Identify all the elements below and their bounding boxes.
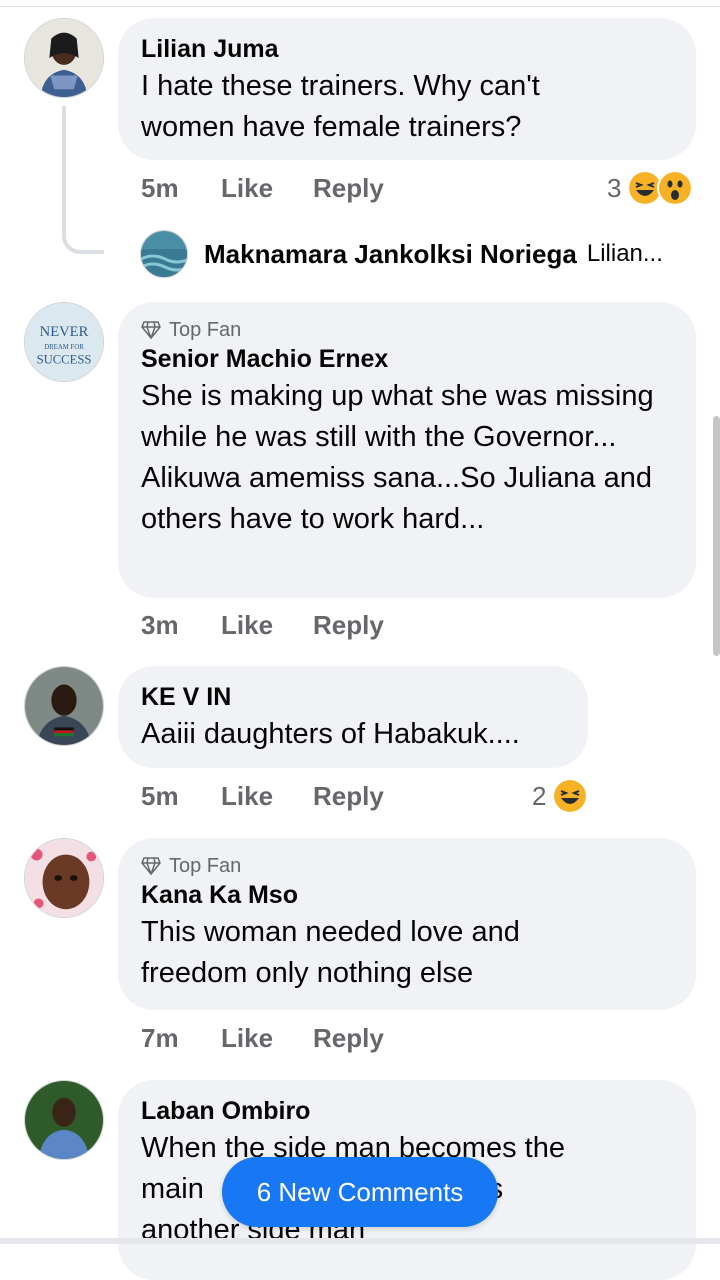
avatar-text-1: NEVER	[40, 324, 89, 340]
comment-text: Aaiii daughters of Habakuk....	[141, 718, 520, 750]
comment-actions: 5m Like Reply	[141, 780, 401, 812]
new-comments-button[interactable]: 6 New Comments	[222, 1157, 498, 1227]
comment-time: 3m	[141, 610, 179, 640]
avatar-text-2: DREAM FOR	[44, 344, 84, 351]
diamond-icon	[141, 857, 161, 875]
comment-bubble: KE V IN Aaiii daughters of Habakuk....	[118, 666, 588, 768]
bottom-divider	[0, 1238, 720, 1244]
avatar-maknamara	[140, 230, 188, 278]
reactions-summary[interactable]: 3	[607, 170, 694, 206]
reply-button[interactable]: Reply	[313, 1022, 384, 1054]
comment-author[interactable]: KE V IN	[141, 682, 564, 712]
comment-time: 5m	[141, 173, 179, 203]
reply-thread-line	[62, 106, 104, 254]
diamond-icon	[141, 321, 161, 339]
comment-author[interactable]: Lilian Juma	[141, 34, 672, 64]
comment-fragment: main	[141, 1173, 212, 1205]
avatar-laban-ombiro[interactable]	[24, 1080, 104, 1160]
top-fan-badge: Top Fan	[141, 318, 672, 342]
reply-preview-text: Lilian...	[586, 240, 663, 267]
reply-button[interactable]: Reply	[313, 609, 384, 641]
scrollbar[interactable]	[713, 416, 720, 656]
comment-time: 5m	[141, 781, 179, 811]
avatar-senior-machio[interactable]: NEVER DREAM FOR SUCCESS	[24, 302, 104, 382]
badge-label: Top Fan	[169, 319, 242, 341]
avatar-text-3: SUCCESS	[37, 352, 92, 366]
comment-author[interactable]: Laban Ombiro	[141, 1096, 672, 1126]
reaction-count: 2	[532, 780, 547, 811]
reaction-count: 3	[607, 172, 622, 203]
laughing-emoji-icon	[552, 778, 589, 814]
avatar-lilian-juma[interactable]	[24, 18, 104, 98]
comment-bubble: Top Fan Kana Ka Mso This woman needed lo…	[118, 838, 696, 1010]
comment-actions: 3m Like Reply	[141, 609, 401, 641]
comment-text: This woman needed love and freedom only …	[141, 916, 520, 989]
reply-preview[interactable]: Maknamara Jankolksi Noriega Lilian...	[140, 230, 663, 278]
avatar-kana-ka-mso[interactable]	[24, 838, 104, 918]
wow-emoji-icon	[657, 170, 694, 206]
reply-author: Maknamara Jankolksi Noriega	[204, 238, 577, 269]
comment-author[interactable]: Senior Machio Ernex	[141, 344, 672, 374]
like-button[interactable]: Like	[221, 172, 273, 204]
top-divider	[0, 6, 720, 7]
comment-bubble: Lilian Juma I hate these trainers. Why c…	[118, 18, 696, 160]
reply-button[interactable]: Reply	[313, 780, 384, 812]
comment-author[interactable]: Kana Ka Mso	[141, 880, 672, 910]
top-fan-badge: Top Fan	[141, 854, 672, 878]
reactions-summary[interactable]: 2	[532, 778, 589, 814]
badge-label: Top Fan	[169, 855, 242, 877]
like-button[interactable]: Like	[221, 609, 273, 641]
reply-button[interactable]: Reply	[313, 172, 384, 204]
comment-bubble: Top Fan Senior Machio Ernex She is makin…	[118, 302, 696, 598]
comment-actions: 5m Like Reply	[141, 172, 401, 204]
avatar-kevin[interactable]	[24, 666, 104, 746]
comment-text: I hate these trainers. Why can't women h…	[141, 70, 540, 143]
comment-actions: 7m Like Reply	[141, 1022, 401, 1054]
like-button[interactable]: Like	[221, 780, 273, 812]
comment-text: She is making up what she was missing wh…	[141, 380, 654, 535]
like-button[interactable]: Like	[221, 1022, 273, 1054]
comment-time: 7m	[141, 1023, 179, 1053]
